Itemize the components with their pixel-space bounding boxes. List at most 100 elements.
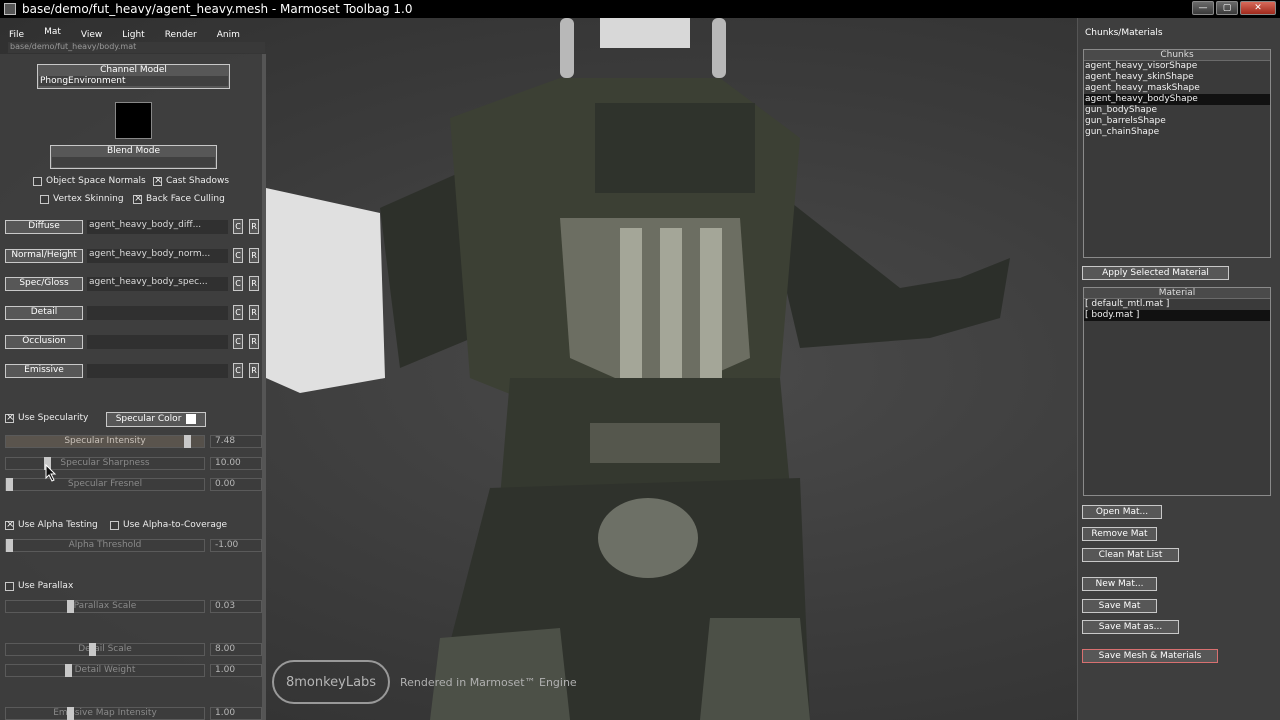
use-parallax-checkbox[interactable]: Use Parallax [5,581,73,591]
detail-weight-knob[interactable] [65,664,73,677]
save-mat-button[interactable]: Save Mat [1082,599,1157,613]
normal-reload-button[interactable]: R [249,248,259,263]
use-alpha-testing-box[interactable] [5,519,14,530]
specular-fresnel-slider[interactable]: Specular Fresnel [5,478,205,491]
specular-sharpness-value[interactable]: 10.00 [210,457,262,470]
specular-intensity-knob[interactable] [184,435,192,448]
blend-mode-box[interactable]: Blend Mode [50,145,217,169]
diffuse-reload-button[interactable]: R [249,219,259,234]
use-alpha-to-coverage-box[interactable] [110,520,119,530]
use-specularity-box[interactable] [5,412,14,423]
detail-map-field[interactable] [87,306,228,320]
use-alpha-testing-checkbox[interactable]: Use Alpha Testing [5,519,98,530]
detail-weight-slider[interactable]: Detail Weight [5,664,205,677]
detail-scale-slider[interactable]: Detail Scale [5,643,205,656]
specular-intensity-value[interactable]: 7.48 [210,435,262,448]
close-button[interactable]: ✕ [1240,1,1276,15]
panel-scrollbar[interactable] [262,54,266,720]
parallax-scale-value[interactable]: 0.03 [210,600,262,613]
use-specularity-checkbox[interactable]: Use Specularity [5,412,88,423]
save-mat-as-button[interactable]: Save Mat as... [1082,620,1179,634]
parallax-scale-slider[interactable]: Parallax Scale [5,600,205,613]
material-list[interactable]: Material [ default_mtl.mat ] [ body.mat … [1083,287,1271,496]
emissive-intensity-slider[interactable]: Emissive Map Intensity [5,707,205,720]
emissive-map-field[interactable] [87,364,228,378]
apply-selected-material-button[interactable]: Apply Selected Material [1082,266,1229,280]
alpha-threshold-knob[interactable] [6,539,13,552]
normal-clear-button[interactable]: C [233,248,243,263]
menu-mat[interactable]: Mat [34,27,71,37]
diffuse-map-field[interactable]: agent_heavy_body_diff... [87,220,228,234]
parallax-scale-knob[interactable] [67,600,75,613]
specular-color-button[interactable]: Specular Color [106,412,206,427]
emissive-button[interactable]: Emissive [5,364,83,378]
new-mat-button[interactable]: New Mat... [1082,577,1157,591]
specular-fresnel-knob[interactable] [6,478,13,491]
emissive-clear-button[interactable]: C [233,363,243,378]
remove-mat-button[interactable]: Remove Mat [1082,527,1157,541]
use-parallax-box[interactable] [5,581,14,591]
use-alpha-to-coverage-checkbox[interactable]: Use Alpha-to-Coverage [110,520,227,530]
back-face-culling-checkbox[interactable]: Back Face Culling [133,193,225,204]
menu-file[interactable]: File [0,30,34,40]
spec-reload-button[interactable]: R [249,276,259,291]
emissive-intensity-value[interactable]: 1.00 [210,707,262,720]
spec-map-field[interactable]: agent_heavy_body_spec... [87,277,228,291]
groin-plate [598,498,698,578]
object-space-normals-checkbox[interactable]: Object Space Normals [33,176,146,186]
emissive-intensity-knob[interactable] [67,707,75,720]
detail-weight-value[interactable]: 1.00 [210,664,262,677]
object-space-normals-box[interactable] [33,176,42,186]
clean-mat-list-button[interactable]: Clean Mat List [1082,548,1179,562]
diffuse-color-swatch[interactable] [115,102,152,139]
cast-shadows-checkbox[interactable]: Cast Shadows [153,175,229,186]
back-face-culling-box[interactable] [133,193,142,204]
alpha-threshold-value[interactable]: -1.00 [210,539,262,552]
normal-height-button[interactable]: Normal/Height [5,249,83,263]
specular-intensity-slider[interactable]: Specular Intensity [5,435,205,448]
diffuse-button[interactable]: Diffuse [5,220,83,234]
blend-mode-value [52,157,215,167]
material-item-selected[interactable]: [ body.mat ] [1084,310,1270,321]
chunks-list[interactable]: Chunks agent_heavy_visorShape agent_heav… [1083,49,1271,258]
detail-reload-button[interactable]: R [249,305,259,320]
chunk-item[interactable]: agent_heavy_visorShape [1084,61,1270,72]
chunk-item-selected[interactable]: agent_heavy_bodyShape [1084,94,1270,105]
chunk-item[interactable]: gun_bodyShape [1084,105,1270,116]
normal-map-field[interactable]: agent_heavy_body_norm... [87,249,228,263]
detail-scale-knob[interactable] [89,643,97,656]
occlusion-map-field[interactable] [87,335,228,349]
spec-clear-button[interactable]: C [233,276,243,291]
minimize-button[interactable]: — [1192,1,1214,15]
diffuse-clear-button[interactable]: C [233,219,243,234]
spec-gloss-button[interactable]: Spec/Gloss [5,277,83,291]
use-alpha-testing-label: Use Alpha Testing [18,520,98,530]
open-mat-button[interactable]: Open Mat... [1082,505,1162,519]
menu-light[interactable]: Light [112,30,154,40]
channel-model-box[interactable]: Channel Model PhongEnvironment [37,64,230,89]
chunk-item[interactable]: gun_barrelsShape [1084,116,1270,127]
detail-weight-label: Detail Weight [74,665,136,675]
occlusion-reload-button[interactable]: R [249,334,259,349]
detail-scale-value[interactable]: 8.00 [210,643,262,656]
save-mesh-materials-button[interactable]: Save Mesh & Materials [1082,649,1218,663]
detail-clear-button[interactable]: C [233,305,243,320]
menu-anim[interactable]: Anim [207,30,250,40]
chunk-item[interactable]: gun_chainShape [1084,127,1270,138]
vertex-skinning-box[interactable] [40,194,49,204]
vertex-skinning-checkbox[interactable]: Vertex Skinning [40,194,124,204]
specular-fresnel-value[interactable]: 0.00 [210,478,262,491]
material-item[interactable]: [ default_mtl.mat ] [1084,299,1270,310]
maximize-button[interactable]: ▢ [1216,1,1238,15]
chunk-item[interactable]: agent_heavy_skinShape [1084,72,1270,83]
menu-render[interactable]: Render [155,30,207,40]
occlusion-clear-button[interactable]: C [233,334,243,349]
cast-shadows-box[interactable] [153,175,162,186]
chunk-item[interactable]: agent_heavy_maskShape [1084,83,1270,94]
specular-sharpness-slider[interactable]: Specular Sharpness [5,457,205,470]
detail-button[interactable]: Detail [5,306,83,320]
occlusion-button[interactable]: Occlusion [5,335,83,349]
alpha-threshold-slider[interactable]: Alpha Threshold [5,539,205,552]
menu-view[interactable]: View [71,30,112,40]
emissive-reload-button[interactable]: R [249,363,259,378]
